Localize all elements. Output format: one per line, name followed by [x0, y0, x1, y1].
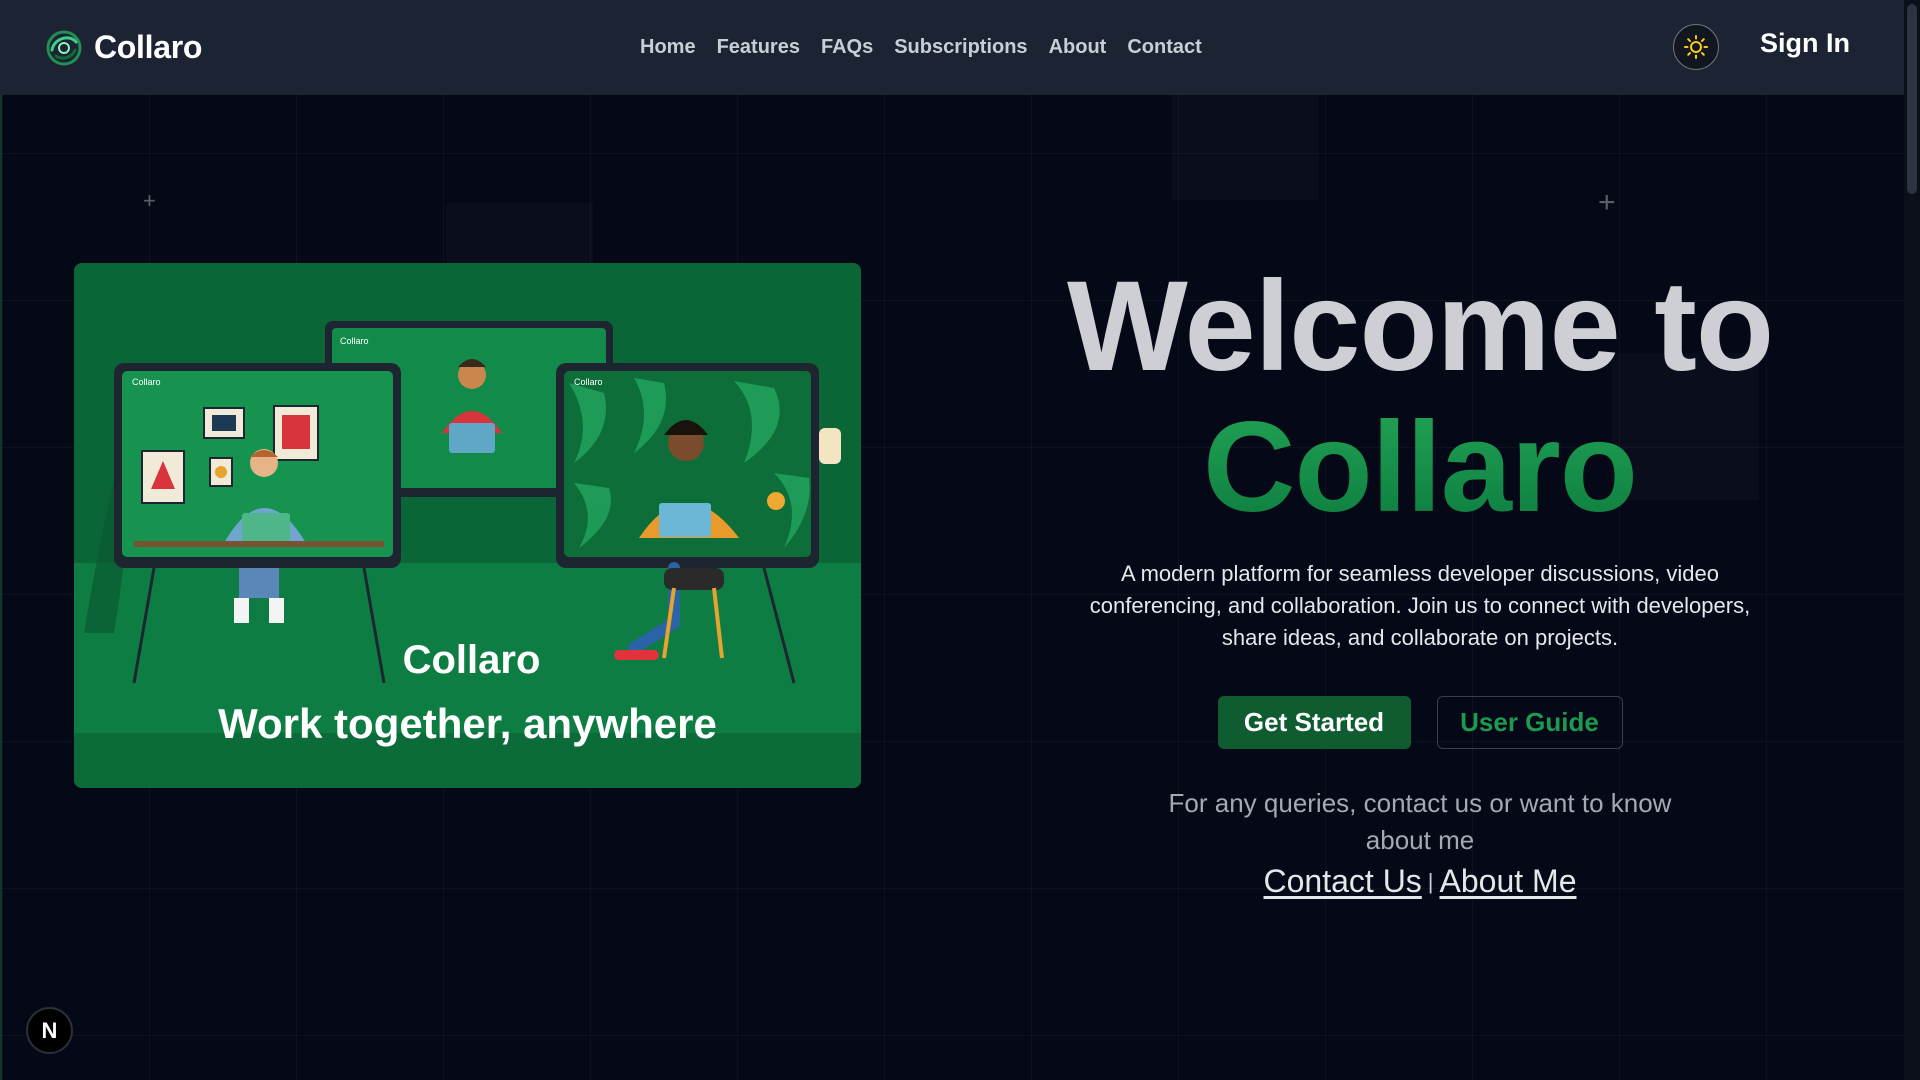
- hero-section: Welcome to Collaro A modern platform for…: [1010, 260, 1830, 900]
- cta-row: Get Started User Guide: [1010, 696, 1830, 749]
- illustration-caption-brand: Collaro: [402, 638, 541, 682]
- user-guide-button[interactable]: User Guide: [1436, 696, 1623, 749]
- sign-in-button[interactable]: Sign In: [1760, 28, 1850, 59]
- brand-name: Collaro: [94, 29, 203, 65]
- hero-description: A modern platform for seamless developer…: [1089, 561, 1751, 650]
- hero-illustration: Collaro Collaro Collaro Collaro Work tog…: [74, 263, 861, 788]
- nav-link-subscriptions[interactable]: Subscriptions: [894, 36, 1027, 59]
- nav-link-home[interactable]: Home: [640, 36, 696, 59]
- grid-tile: [446, 203, 593, 263]
- hero-heading-line1: Welcome to: [1067, 255, 1774, 398]
- nextjs-dev-indicator-button[interactable]: N: [26, 1007, 73, 1054]
- theme-toggle-button[interactable]: [1673, 24, 1719, 70]
- nav-link-contact[interactable]: Contact: [1127, 36, 1201, 59]
- scrollbar[interactable]: [1904, 0, 1920, 1080]
- hero-heading: Welcome to Collaro: [1010, 260, 1830, 542]
- screen-label: Collaro: [574, 377, 603, 387]
- get-started-button[interactable]: Get Started: [1217, 696, 1411, 749]
- nav-link-faqs[interactable]: FAQs: [821, 36, 873, 59]
- nav-link-about[interactable]: About: [1049, 36, 1107, 59]
- nav-link-features[interactable]: Features: [717, 36, 800, 59]
- link-separator: |: [1427, 869, 1434, 894]
- screen-label: Collaro: [340, 336, 369, 346]
- query-links: Contact Us | About Me: [1010, 863, 1830, 900]
- illustration-caption-tagline: Work together, anywhere: [218, 700, 717, 747]
- sparkle-icon: +: [143, 188, 156, 213]
- brand[interactable]: Collaro: [44, 28, 202, 68]
- sparkle-icon: +: [1598, 186, 1616, 219]
- about-me-link[interactable]: About Me: [1440, 863, 1577, 899]
- query-text: For any queries, contact us or want to k…: [1168, 788, 1672, 855]
- grid-tile: [1172, 95, 1319, 200]
- screen-label: Collaro: [132, 377, 161, 387]
- collaro-logo-icon: [46, 30, 82, 65]
- contact-us-link[interactable]: Contact Us: [1264, 863, 1422, 899]
- sun-icon: [1684, 35, 1708, 59]
- scrollbar-thumb[interactable]: [1907, 4, 1917, 194]
- nav-links: Home Features FAQs Subscriptions About C…: [640, 0, 1202, 95]
- navbar: Collaro Home Features FAQs Subscriptions…: [0, 0, 1904, 95]
- hero-heading-brand: Collaro: [1010, 394, 1830, 542]
